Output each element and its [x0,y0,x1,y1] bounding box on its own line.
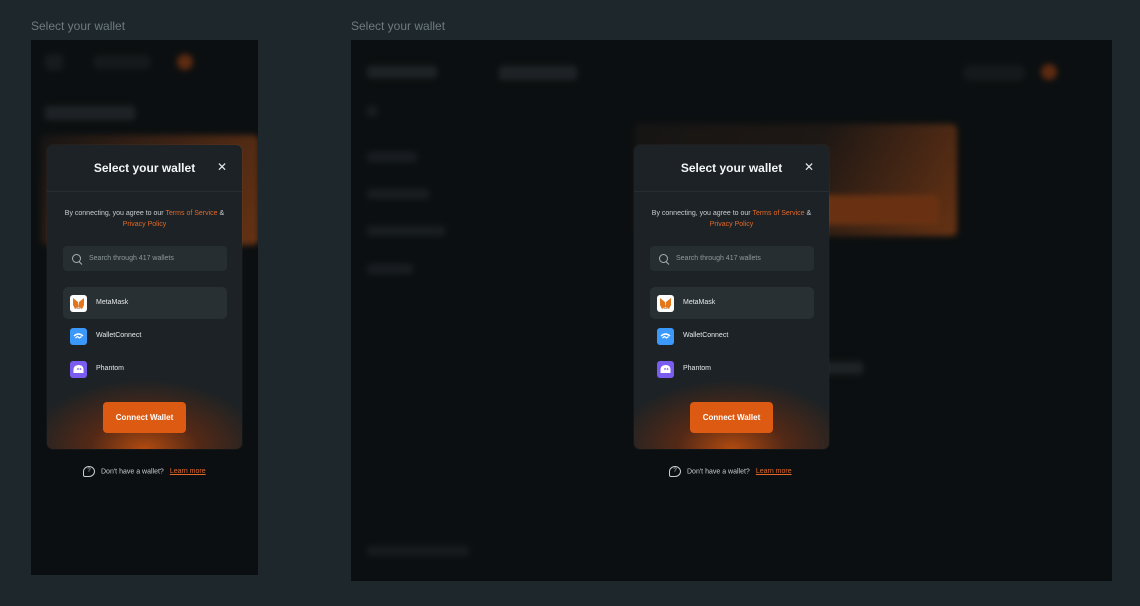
wallet-modal: Select your wallet ✕ By connecting, you … [47,145,242,449]
help-row: ? Don't have a wallet? Learn more [669,466,792,478]
desktop-frame-label: Select your wallet [351,19,446,33]
wallet-name: Phantom [683,365,712,372]
privacy-link[interactable]: Privacy Policy [123,221,167,228]
metamask-icon [70,295,87,312]
wallet-name: Phantom [96,365,125,372]
walletconnect-icon [70,328,87,345]
terms-link[interactable]: Terms of Service [165,210,217,217]
wallet-item-phantom[interactable]: Phantom [63,353,227,385]
search-input[interactable]: Search through 417 wallets [63,246,227,271]
search-icon [72,254,81,263]
terms-prefix: By connecting, you agree to our [64,210,166,217]
wallet-item-metamask[interactable]: MetaMask [63,287,227,319]
terms-and: & [804,210,812,217]
desktop-frame: Select your wallet ✕ By connecting, you … [351,40,1112,581]
search-input[interactable]: Search through 417 wallets [650,246,814,271]
wallet-item-metamask[interactable]: MetaMask [650,287,814,319]
terms-and: & [217,210,225,217]
help-icon: ? [669,466,681,477]
wallet-item-walletconnect[interactable]: WalletConnect [63,320,227,352]
phantom-icon [657,361,674,378]
help-text: Don't have a wallet? [101,468,164,476]
terms-text: By connecting, you agree to our Terms of… [57,208,232,230]
help-icon: ? [83,466,95,477]
metamask-icon [657,295,674,312]
wallet-name: WalletConnect [683,332,729,339]
modal-title: Select your wallet [93,161,196,175]
wallet-name: MetaMask [96,299,129,306]
search-placeholder: Search through 417 wallets [89,255,174,262]
close-icon[interactable]: ✕ [803,161,815,173]
search-icon [659,254,668,263]
modal-title: Select your wallet [680,161,783,175]
close-icon[interactable]: ✕ [216,161,228,173]
learn-more-link[interactable]: Learn more [756,468,792,475]
mobile-frame: Select your wallet ✕ By connecting, you … [31,40,258,575]
search-placeholder: Search through 417 wallets [676,255,761,262]
walletconnect-icon [657,328,674,345]
modal-header: Select your wallet ✕ [634,145,829,192]
connect-wallet-button[interactable]: Connect Wallet [103,402,186,433]
terms-link[interactable]: Terms of Service [752,210,804,217]
terms-text: By connecting, you agree to our Terms of… [644,208,819,230]
modal-header: Select your wallet ✕ [47,145,242,192]
phantom-icon [70,361,87,378]
mobile-frame-label: Select your wallet [31,19,126,33]
wallet-name: MetaMask [683,299,716,306]
terms-prefix: By connecting, you agree to our [651,210,753,217]
wallet-item-phantom[interactable]: Phantom [650,353,814,385]
learn-more-link[interactable]: Learn more [170,468,206,475]
privacy-link[interactable]: Privacy Policy [710,221,754,228]
wallet-name: WalletConnect [96,332,142,339]
wallet-modal: Select your wallet ✕ By connecting, you … [634,145,829,449]
help-row: ? Don't have a wallet? Learn more [83,466,206,478]
wallet-item-walletconnect[interactable]: WalletConnect [650,320,814,352]
help-text: Don't have a wallet? [687,468,750,476]
connect-wallet-button[interactable]: Connect Wallet [690,402,773,433]
